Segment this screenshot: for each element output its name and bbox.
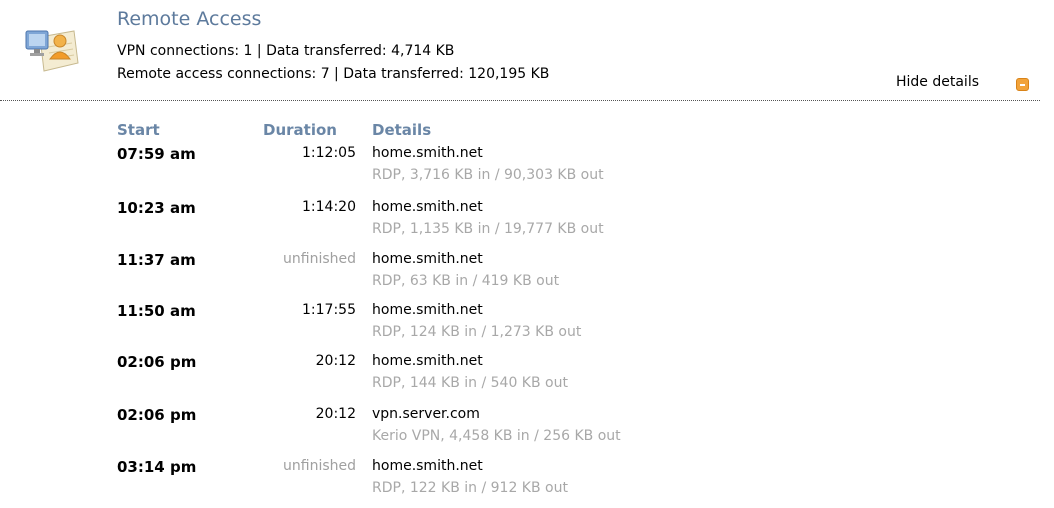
row-duration: unfinished: [283, 458, 356, 474]
table-row: 07:59 am 1:12:05 home.smith.net RDP, 3,7…: [0, 145, 1054, 195]
row-host: home.smith.net: [372, 251, 483, 267]
hide-details-link[interactable]: Hide details: [896, 74, 979, 90]
row-duration: 1:14:20: [302, 199, 356, 215]
collapse-icon[interactable]: [1016, 78, 1029, 91]
row-details: RDP, 3,716 KB in / 90,303 KB out: [372, 167, 604, 183]
row-start-time: 02:06 pm: [117, 406, 197, 424]
column-header-details: Details: [372, 121, 432, 139]
row-host: home.smith.net: [372, 145, 483, 161]
row-start-time: 02:06 pm: [117, 353, 197, 371]
table-row: 02:06 pm 20:12 home.smith.net RDP, 144 K…: [0, 353, 1054, 403]
row-host: home.smith.net: [372, 458, 483, 474]
row-start-time: 11:37 am: [117, 251, 196, 269]
table-row: 11:50 am 1:17:55 home.smith.net RDP, 124…: [0, 302, 1054, 352]
column-header-start: Start: [117, 121, 160, 139]
remote-access-summary: Remote access connections: 7 | Data tran…: [117, 66, 550, 82]
row-details: RDP, 124 KB in / 1,273 KB out: [372, 324, 582, 340]
table-row: 02:06 pm 20:12 vpn.server.com Kerio VPN,…: [0, 406, 1054, 456]
row-start-time: 10:23 am: [117, 199, 196, 217]
table-row: 10:23 am 1:14:20 home.smith.net RDP, 1,1…: [0, 199, 1054, 249]
row-details: RDP, 1,135 KB in / 19,777 KB out: [372, 221, 604, 237]
row-details: RDP, 63 KB in / 419 KB out: [372, 273, 560, 289]
row-duration: unfinished: [283, 251, 356, 267]
row-start-time: 11:50 am: [117, 302, 196, 320]
row-duration: 1:12:05: [302, 145, 356, 161]
row-host: home.smith.net: [372, 353, 483, 369]
divider: [0, 100, 1040, 101]
row-duration: 20:12: [315, 353, 356, 369]
row-details: RDP, 122 KB in / 912 KB out: [372, 480, 568, 496]
row-start-time: 03:14 pm: [117, 458, 197, 476]
row-details: RDP, 144 KB in / 540 KB out: [372, 375, 568, 391]
row-duration: 1:17:55: [302, 302, 356, 318]
row-details: Kerio VPN, 4,458 KB in / 256 KB out: [372, 428, 621, 444]
remote-access-icon: [25, 30, 79, 72]
row-host: home.smith.net: [372, 302, 483, 318]
row-start-time: 07:59 am: [117, 145, 196, 163]
row-host: home.smith.net: [372, 199, 483, 215]
panel-title: Remote Access: [117, 8, 262, 30]
row-host: vpn.server.com: [372, 406, 480, 422]
table-row: 03:14 pm unfinished home.smith.net RDP, …: [0, 458, 1054, 508]
column-header-duration: Duration: [263, 121, 337, 139]
vpn-summary: VPN connections: 1 | Data transferred: 4…: [117, 43, 455, 59]
table-row: 11:37 am unfinished home.smith.net RDP, …: [0, 251, 1054, 301]
row-duration: 20:12: [315, 406, 356, 422]
